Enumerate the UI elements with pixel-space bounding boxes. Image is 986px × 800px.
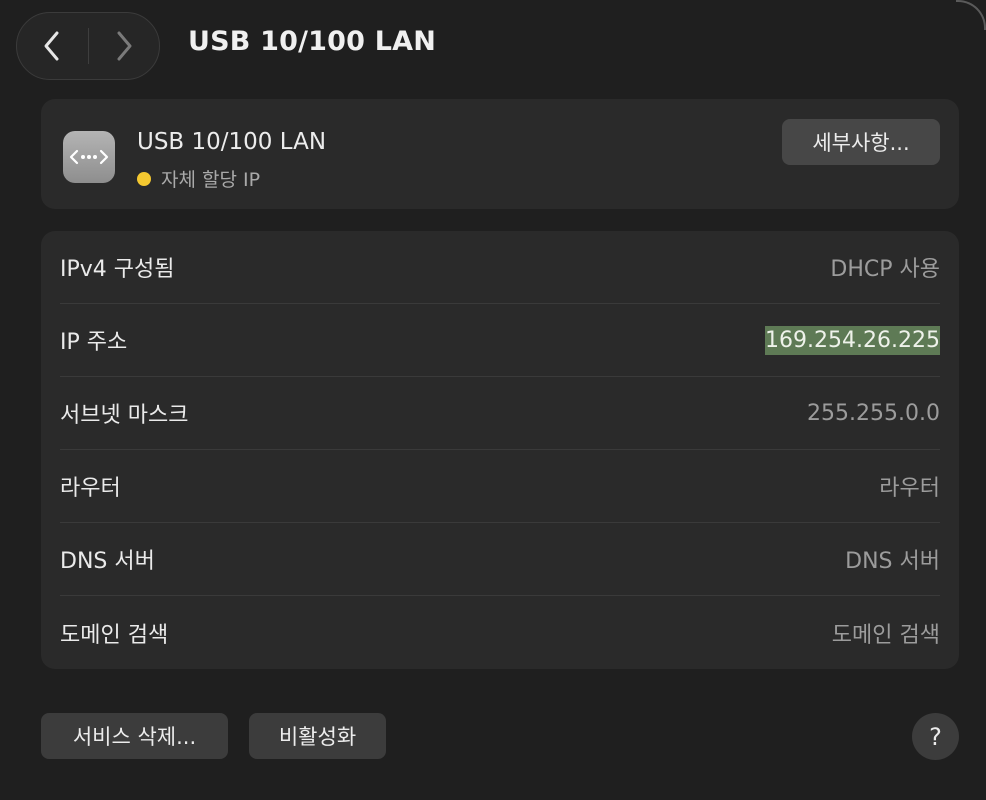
ip-address-value[interactable]: 169.254.26.225 (765, 325, 940, 355)
row-value: DNS 서버 (845, 549, 940, 574)
info-row-dns-server: DNS 서버 DNS 서버 (60, 523, 940, 596)
row-label: 서브넷 마스크 (60, 403, 189, 428)
row-label: DNS 서버 (60, 549, 155, 574)
info-row-ip-address: IP 주소 169.254.26.225 (60, 304, 940, 377)
interface-name: USB 10/100 LAN (137, 129, 327, 155)
interface-status: 자체 할당 IP (137, 165, 260, 192)
row-value: 도메인 검색 (831, 622, 940, 648)
row-value: 255.255.0.0 (807, 400, 940, 426)
chevron-left-icon (44, 31, 59, 61)
info-row-subnet-mask: 서브넷 마스크 255.255.0.0 (60, 377, 940, 450)
row-value: 라우터 (879, 476, 940, 501)
info-row-search-domain: 도메인 검색 도메인 검색 (60, 596, 940, 669)
forward-button[interactable] (89, 13, 160, 79)
row-label: 도메인 검색 (60, 622, 169, 648)
delete-service-button[interactable]: 서비스 삭제... (41, 713, 228, 759)
navigation-buttons (16, 12, 160, 80)
deactivate-button[interactable]: 비활성화 (249, 713, 386, 759)
network-settings-window: USB 10/100 LAN USB 10/100 LAN 자체 할당 IP 세… (0, 0, 986, 800)
row-label: IP 주소 (60, 330, 128, 355)
row-label: 라우터 (60, 476, 121, 501)
page-title: USB 10/100 LAN (188, 26, 437, 57)
back-button[interactable] (17, 13, 88, 79)
info-row-ipv4-configured: IPv4 구성됨 DHCP 사용 (60, 231, 940, 304)
window-corner (956, 0, 986, 30)
ethernet-icon (63, 131, 115, 183)
network-info-card: IPv4 구성됨 DHCP 사용 IP 주소 169.254.26.225 서브… (41, 231, 959, 669)
info-row-router: 라우터 라우터 (60, 450, 940, 523)
status-dot-icon (137, 171, 151, 186)
row-label: IPv4 구성됨 (60, 257, 175, 282)
details-button[interactable]: 세부사항... (782, 119, 940, 165)
interface-status-text: 자체 할당 IP (161, 169, 261, 191)
row-value: DHCP 사용 (830, 257, 940, 282)
interface-card: USB 10/100 LAN 자체 할당 IP 세부사항... (41, 99, 959, 209)
chevron-right-icon (117, 31, 132, 61)
help-button[interactable]: ? (912, 713, 959, 760)
